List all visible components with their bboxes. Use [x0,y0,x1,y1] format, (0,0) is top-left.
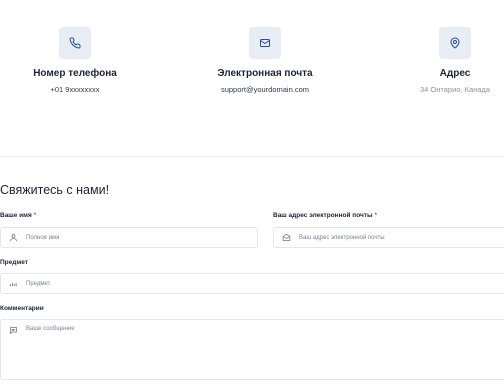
mail-icon-box [249,27,281,59]
name-field[interactable]: Полное имя [0,227,258,248]
comments-placeholder: Ваше сообщение [26,326,75,332]
email-label-text: Ваш адрес электронной почты [273,212,373,219]
contact-card-phone: Номер телефона +01 9xxxxxxxx [0,27,155,94]
email-field[interactable]: Ваш адрес электронной почты [273,227,504,248]
envelope-icon [282,233,291,242]
contact-value[interactable]: +01 9xxxxxxxx [0,85,155,94]
phone-icon-box [59,27,91,59]
subject-icon [9,279,18,288]
message-icon [9,326,18,335]
contact-title: Адрес [439,68,471,79]
user-icon [9,233,18,242]
map-pin-icon-box [439,27,471,59]
name-label: Ваше имя * [0,212,36,219]
contact-card-email: Электронная почта support@yourdomain.com [185,27,345,94]
email-placeholder: Ваш адрес электронной почты [299,234,385,241]
name-label-text: Ваше имя [0,212,32,219]
form-title: Свяжитесь с нами! [0,183,110,197]
phone-icon [69,37,81,49]
name-placeholder: Полное имя [26,234,60,241]
comments-label: Комментарии [0,305,44,312]
required-mark: * [374,212,377,219]
contact-card-address: Адрес 34 Онтарио, Канада [375,27,504,94]
email-label: Ваш адрес электронной почты * [273,212,377,219]
contact-value: 34 Онтарио, Канада [419,85,491,94]
subject-field[interactable]: Предмет [0,273,504,294]
contact-title: Номер телефона [33,68,117,79]
contact-value[interactable]: support@yourdomain.com [185,85,345,94]
subject-placeholder: Предмет [26,280,51,287]
map-pin-icon [450,37,460,49]
mail-icon [260,39,270,47]
section-divider [0,156,504,157]
contact-title: Электронная почта [217,68,313,79]
required-mark: * [33,212,37,219]
subject-label: Предмет [0,259,28,266]
comments-field[interactable]: Ваше сообщение [0,319,504,380]
